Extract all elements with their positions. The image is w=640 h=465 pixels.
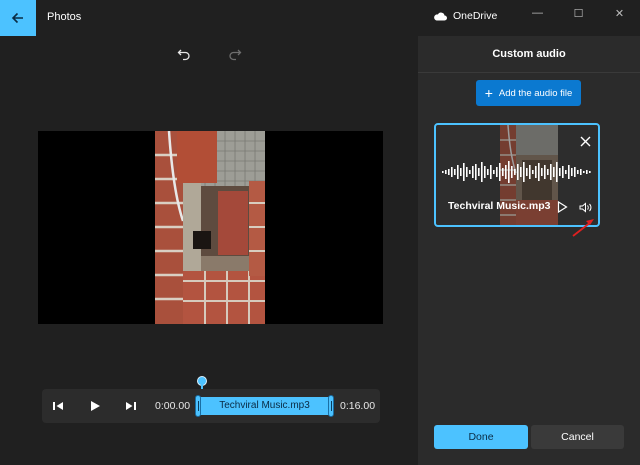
audio-file-name: Techviral Music.mp3 bbox=[448, 200, 551, 212]
maximize-icon: ☐ bbox=[573, 7, 584, 20]
cloud-icon bbox=[434, 12, 447, 20]
end-time: 0:16.00 bbox=[340, 400, 376, 412]
audio-track[interactable]: Techviral Music.mp3 bbox=[195, 395, 334, 417]
close-icon bbox=[580, 136, 590, 146]
custom-audio-pane: Custom audio + Add the audio file Techvi… bbox=[418, 36, 640, 465]
minimize-button[interactable]: — bbox=[517, 0, 558, 26]
preview-audio-button[interactable] bbox=[554, 199, 570, 215]
remove-audio-button[interactable] bbox=[577, 133, 593, 149]
skip-forward-button[interactable] bbox=[123, 398, 139, 414]
track-end-handle[interactable] bbox=[328, 395, 334, 417]
undo-icon bbox=[177, 49, 190, 61]
minimize-icon: — bbox=[532, 7, 543, 19]
cancel-button[interactable]: Cancel bbox=[531, 425, 624, 449]
volume-icon bbox=[579, 201, 591, 213]
audio-track-label: Techviral Music.mp3 bbox=[219, 400, 310, 411]
done-button[interactable]: Done bbox=[434, 425, 528, 449]
window-controls: — ☐ ✕ bbox=[517, 0, 640, 26]
plus-icon: + bbox=[484, 85, 493, 101]
red-arrow-annotation-icon bbox=[572, 219, 594, 237]
skip-back-button[interactable] bbox=[50, 398, 66, 414]
back-arrow-icon bbox=[11, 12, 23, 24]
playback-bar: 0:00.00 Techviral Music.mp3 0:16.00 bbox=[42, 389, 380, 423]
onedrive-label: OneDrive bbox=[453, 10, 498, 22]
photos-window: Photos OneDrive — ☐ ✕ 0:00.00 Techviral … bbox=[0, 0, 640, 465]
waveform-graphic bbox=[442, 161, 591, 183]
redo-button[interactable] bbox=[225, 44, 245, 64]
close-icon: ✕ bbox=[614, 7, 625, 20]
undo-button[interactable] bbox=[174, 44, 194, 64]
play-button[interactable] bbox=[87, 398, 103, 414]
video-frame bbox=[155, 131, 265, 324]
skip-forward-icon bbox=[126, 402, 136, 410]
app-title: Photos bbox=[47, 11, 82, 23]
pane-divider bbox=[418, 72, 640, 73]
add-audio-file-button[interactable]: + Add the audio file bbox=[476, 80, 581, 106]
play-icon bbox=[557, 201, 568, 213]
onedrive-status[interactable]: OneDrive bbox=[433, 10, 497, 22]
close-button[interactable]: ✕ bbox=[599, 0, 640, 26]
redo-icon bbox=[229, 49, 242, 61]
audio-card[interactable]: Techviral Music.mp3 bbox=[434, 123, 600, 227]
add-audio-label: Add the audio file bbox=[498, 87, 573, 99]
current-time: 0:00.00 bbox=[155, 400, 191, 412]
skip-back-icon bbox=[53, 402, 63, 410]
video-preview bbox=[38, 131, 383, 324]
back-button[interactable] bbox=[0, 0, 36, 36]
play-icon bbox=[90, 401, 100, 411]
pane-title: Custom audio bbox=[492, 48, 566, 60]
volume-button[interactable] bbox=[577, 199, 593, 215]
maximize-button[interactable]: ☐ bbox=[558, 0, 599, 26]
